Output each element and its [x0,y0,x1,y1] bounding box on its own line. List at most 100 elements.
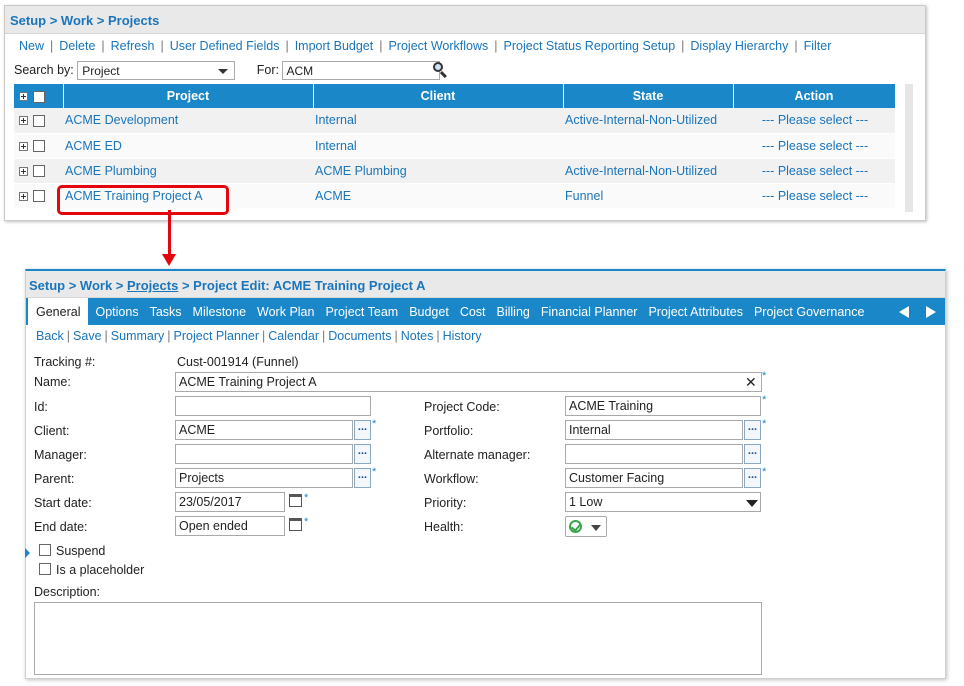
table-row: ACME Development Internal Active-Interna… [14,108,895,134]
client-lookup-button[interactable]: ... [354,420,371,440]
refresh-button[interactable]: Refresh [111,39,155,53]
expand-row-icon[interactable] [19,191,28,201]
tracking-label: Tracking #: [34,355,96,369]
client-link[interactable]: Internal [315,113,357,127]
tab-scroll-left-icon[interactable] [899,306,909,318]
action-select[interactable]: --- Please select --- [762,113,868,127]
summary-link[interactable]: Summary [111,329,164,343]
placeholder-checkbox[interactable] [39,563,51,575]
tab-billing[interactable]: Billing [497,298,530,325]
select-all-checkbox[interactable] [33,90,45,103]
import-budget-link[interactable]: Import Budget [295,39,374,53]
tab-budget[interactable]: Budget [409,298,449,325]
manager-lookup-button[interactable]: ... [354,444,371,464]
state-link[interactable]: Active-Internal-Non-Utilized [565,164,717,178]
portfolio-label: Portfolio: [424,424,474,438]
manager-label: Manager: [34,448,87,462]
description-label: Description: [34,585,100,599]
action-select[interactable]: --- Please select --- [762,189,868,203]
back-link[interactable]: Back [36,329,64,343]
clear-icon[interactable]: ✕ [745,374,757,391]
client-link[interactable]: ACME Plumbing [315,164,407,178]
column-header-client[interactable]: Client [313,84,564,108]
project-code-field[interactable]: ACME Training [565,396,761,416]
column-header-project[interactable]: Project [63,84,314,108]
action-select[interactable]: --- Please select --- [762,164,868,178]
expand-row-icon[interactable] [19,141,28,151]
tab-project-team[interactable]: Project Team [325,298,398,325]
portfolio-field[interactable]: Internal [565,420,743,440]
row-checkbox[interactable] [33,165,45,178]
end-date-field[interactable]: Open ended [175,516,285,536]
history-link[interactable]: History [443,329,482,343]
notes-link[interactable]: Notes [401,329,434,343]
parent-lookup-button[interactable]: ... [354,468,371,488]
user-defined-fields-link[interactable]: User Defined Fields [170,39,280,53]
calendar-icon[interactable] [289,494,302,507]
required-mark: * [762,466,767,478]
client-link[interactable]: ACME [315,189,351,203]
tab-scroll-right-icon[interactable] [926,306,936,318]
priority-select[interactable]: 1 Low [565,492,761,512]
breadcrumb-projects-link[interactable]: Projects [127,278,178,293]
search-by-value: Project [82,64,120,78]
column-header-action[interactable]: Action [733,84,896,108]
tab-project-governance[interactable]: Project Governance [754,298,864,325]
expand-all-icon[interactable] [19,92,28,102]
required-mark: * [762,394,767,406]
manager-field[interactable] [175,444,353,464]
save-link[interactable]: Save [73,329,102,343]
row-checkbox[interactable] [33,140,45,153]
tab-options[interactable]: Options [95,298,138,325]
tab-project-attributes[interactable]: Project Attributes [648,298,743,325]
state-link[interactable]: Funnel [565,189,603,203]
row-checkbox[interactable] [33,114,45,127]
state-link[interactable]: Active-Internal-Non-Utilized [565,113,717,127]
search-by-select[interactable]: Project [77,61,236,80]
project-workflows-link[interactable]: Project Workflows [388,39,488,53]
tab-general[interactable]: General [28,298,89,325]
alternate-manager-lookup-button[interactable]: ... [744,444,761,464]
description-textarea[interactable] [34,602,762,675]
expand-row-icon[interactable] [19,166,28,176]
project-link[interactable]: ACME Plumbing [65,164,157,178]
client-link[interactable]: Internal [315,139,357,153]
tab-milestone[interactable]: Milestone [193,298,247,325]
filter-link[interactable]: Filter [804,39,832,53]
portfolio-lookup-button[interactable]: ... [744,420,761,440]
health-select[interactable] [565,516,607,537]
calendar-link[interactable]: Calendar [268,329,319,343]
table-row: ACME Plumbing ACME Plumbing Active-Inter… [14,158,895,184]
client-field[interactable]: ACME [175,420,353,440]
project-link[interactable]: ACME Development [65,113,178,127]
start-date-field[interactable]: 23/05/2017 [175,492,285,512]
workflow-lookup-button[interactable]: ... [744,468,761,488]
workflow-field[interactable]: Customer Facing [565,468,743,488]
tab-financial-planner[interactable]: Financial Planner [541,298,638,325]
tab-work-plan[interactable]: Work Plan [257,298,314,325]
tab-tasks[interactable]: Tasks [150,298,182,325]
parent-field[interactable]: Projects [175,468,353,488]
priority-value: 1 Low [569,495,603,509]
id-field[interactable] [175,396,371,416]
search-input[interactable]: ACM [282,61,441,80]
table-scrollbar[interactable] [905,84,913,212]
suspend-label: Suspend [56,544,106,558]
delete-button[interactable]: Delete [59,39,95,53]
calendar-icon[interactable] [289,518,302,531]
row-checkbox[interactable] [33,190,45,203]
action-select[interactable]: --- Please select --- [762,139,868,153]
alternate-manager-field[interactable] [565,444,743,464]
project-link[interactable]: ACME ED [65,139,122,153]
tracking-value: Cust-001914 (Funnel) [177,355,299,369]
expand-row-icon[interactable] [19,116,28,126]
new-button[interactable]: New [19,39,44,53]
column-header-state[interactable]: State [563,84,734,108]
display-hierarchy-link[interactable]: Display Hierarchy [690,39,788,53]
suspend-checkbox[interactable] [39,544,51,556]
project-planner-link[interactable]: Project Planner [174,329,259,343]
name-field[interactable]: ACME Training Project A [175,372,762,392]
project-status-reporting-setup-link[interactable]: Project Status Reporting Setup [504,39,676,53]
documents-link[interactable]: Documents [328,329,391,343]
tab-cost[interactable]: Cost [460,298,486,325]
